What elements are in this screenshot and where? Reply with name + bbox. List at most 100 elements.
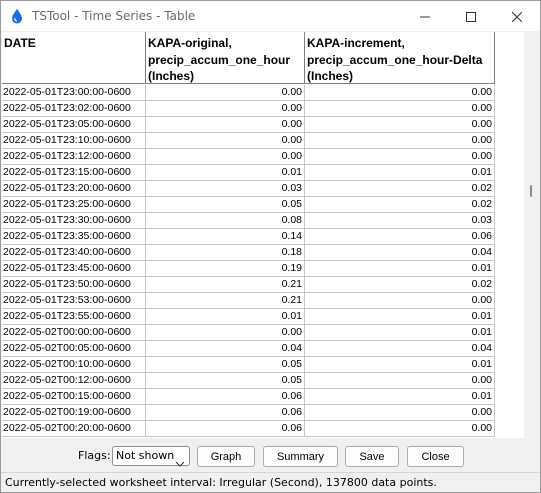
date-cell[interactable]: 2022-05-01T23:10:00-0600 xyxy=(2,133,146,149)
increment-value-cell[interactable]: 0.03 xyxy=(305,213,495,229)
table-row[interactable]: 2022-05-01T23:15:00-0600 0.01 0.01 xyxy=(2,165,495,181)
date-cell[interactable]: 2022-05-01T23:02:00-0600 xyxy=(2,101,146,117)
vertical-scrollbar[interactable] xyxy=(524,32,540,438)
date-cell[interactable]: 2022-05-02T00:19:00-0600 xyxy=(2,405,146,421)
increment-value-cell[interactable]: 0.01 xyxy=(305,389,495,405)
table-row[interactable]: 2022-05-02T00:20:00-0600 0.06 0.00 xyxy=(2,421,495,437)
table-row[interactable]: 2022-05-01T23:25:00-0600 0.05 0.02 xyxy=(2,197,495,213)
title-bar[interactable]: TSTool - Time Series - Table xyxy=(1,1,540,31)
original-value-cell[interactable]: 0.06 xyxy=(146,421,305,437)
date-cell[interactable]: 2022-05-01T23:05:00-0600 xyxy=(2,117,146,133)
original-value-cell[interactable]: 0.03 xyxy=(146,181,305,197)
original-value-cell[interactable]: 0.01 xyxy=(146,165,305,181)
date-cell[interactable]: 2022-05-01T23:20:00-0600 xyxy=(2,181,146,197)
scrollbar-thumb[interactable] xyxy=(530,185,532,197)
original-value-cell[interactable]: 0.00 xyxy=(146,117,305,133)
table-row[interactable]: 2022-05-01T23:55:00-0600 0.01 0.01 xyxy=(2,309,495,325)
increment-value-cell[interactable]: 0.01 xyxy=(305,261,495,277)
graph-button[interactable]: Graph xyxy=(197,446,255,467)
original-value-cell[interactable]: 0.14 xyxy=(146,229,305,245)
minimize-button[interactable] xyxy=(402,1,448,31)
table-row[interactable]: 2022-05-01T23:00:00-0600 0.00 0.00 xyxy=(2,85,495,101)
increment-value-cell[interactable]: 0.00 xyxy=(305,133,495,149)
increment-value-cell[interactable]: 0.01 xyxy=(305,309,495,325)
original-value-cell[interactable]: 0.00 xyxy=(146,133,305,149)
date-cell[interactable]: 2022-05-02T00:05:00-0600 xyxy=(2,341,146,357)
date-cell[interactable]: 2022-05-02T00:12:00-0600 xyxy=(2,373,146,389)
original-value-cell[interactable]: 0.06 xyxy=(146,405,305,421)
original-value-cell[interactable]: 0.19 xyxy=(146,261,305,277)
increment-value-cell[interactable]: 0.02 xyxy=(305,277,495,293)
table-row[interactable]: 2022-05-02T00:12:00-0600 0.05 0.00 xyxy=(2,373,495,389)
increment-value-cell[interactable]: 0.06 xyxy=(305,229,495,245)
table-row[interactable]: 2022-05-02T00:00:00-0600 0.00 0.01 xyxy=(2,325,495,341)
date-cell[interactable]: 2022-05-01T23:15:00-0600 xyxy=(2,165,146,181)
original-value-cell[interactable]: 0.08 xyxy=(146,213,305,229)
increment-value-cell[interactable]: 0.04 xyxy=(305,341,495,357)
date-cell[interactable]: 2022-05-02T00:15:00-0600 xyxy=(2,389,146,405)
increment-value-cell[interactable]: 0.00 xyxy=(305,421,495,437)
date-cell[interactable]: 2022-05-01T23:55:00-0600 xyxy=(2,309,146,325)
original-value-cell[interactable]: 0.21 xyxy=(146,277,305,293)
date-cell[interactable]: 2022-05-02T00:10:00-0600 xyxy=(2,357,146,373)
increment-value-cell[interactable]: 0.00 xyxy=(305,101,495,117)
close-button[interactable]: Close xyxy=(407,446,464,467)
flags-select[interactable]: Not shown xyxy=(112,446,190,467)
increment-value-cell[interactable]: 0.00 xyxy=(305,149,495,165)
save-button[interactable]: Save xyxy=(345,446,399,467)
increment-value-cell[interactable]: 0.04 xyxy=(305,245,495,261)
column-header-increment[interactable]: KAPA-increment, precip_accum_one_hour-De… xyxy=(305,32,495,84)
table-row[interactable]: 2022-05-01T23:02:00-0600 0.00 0.00 xyxy=(2,101,495,117)
table-row[interactable]: 2022-05-01T23:40:00-0600 0.18 0.04 xyxy=(2,245,495,261)
table-row[interactable]: 2022-05-01T23:10:00-0600 0.00 0.00 xyxy=(2,133,495,149)
column-header-original[interactable]: KAPA-original, precip_accum_one_hour (In… xyxy=(146,32,305,84)
increment-value-cell[interactable]: 0.00 xyxy=(305,405,495,421)
date-cell[interactable]: 2022-05-01T23:45:00-0600 xyxy=(2,261,146,277)
table-row[interactable]: 2022-05-02T00:10:00-0600 0.05 0.01 xyxy=(2,357,495,373)
increment-value-cell[interactable]: 0.01 xyxy=(305,325,495,341)
table-row[interactable]: 2022-05-02T00:19:00-0600 0.06 0.00 xyxy=(2,405,495,421)
original-value-cell[interactable]: 0.05 xyxy=(146,373,305,389)
increment-value-cell[interactable]: 0.01 xyxy=(305,357,495,373)
table-row[interactable]: 2022-05-01T23:12:00-0600 0.00 0.00 xyxy=(2,149,495,165)
increment-value-cell[interactable]: 0.02 xyxy=(305,181,495,197)
maximize-button[interactable] xyxy=(448,1,494,31)
date-cell[interactable]: 2022-05-01T23:12:00-0600 xyxy=(2,149,146,165)
original-value-cell[interactable]: 0.00 xyxy=(146,149,305,165)
date-cell[interactable]: 2022-05-02T00:20:00-0600 xyxy=(2,421,146,437)
original-value-cell[interactable]: 0.00 xyxy=(146,85,305,101)
date-cell[interactable]: 2022-05-01T23:30:00-0600 xyxy=(2,213,146,229)
table-row[interactable]: 2022-05-01T23:50:00-0600 0.21 0.02 xyxy=(2,277,495,293)
original-value-cell[interactable]: 0.01 xyxy=(146,309,305,325)
original-value-cell[interactable]: 0.18 xyxy=(146,245,305,261)
date-cell[interactable]: 2022-05-01T23:53:00-0600 xyxy=(2,293,146,309)
original-value-cell[interactable]: 0.00 xyxy=(146,101,305,117)
time-series-table[interactable]: DATE KAPA-original, precip_accum_one_hou… xyxy=(2,32,525,438)
table-row[interactable]: 2022-05-02T00:15:00-0600 0.06 0.01 xyxy=(2,389,495,405)
table-row[interactable]: 2022-05-01T23:45:00-0600 0.19 0.01 xyxy=(2,261,495,277)
original-value-cell[interactable]: 0.06 xyxy=(146,389,305,405)
date-cell[interactable]: 2022-05-01T23:00:00-0600 xyxy=(2,85,146,101)
increment-value-cell[interactable]: 0.00 xyxy=(305,373,495,389)
original-value-cell[interactable]: 0.05 xyxy=(146,197,305,213)
table-row[interactable]: 2022-05-01T23:20:00-0600 0.03 0.02 xyxy=(2,181,495,197)
table-row[interactable]: 2022-05-02T00:05:00-0600 0.04 0.04 xyxy=(2,341,495,357)
increment-value-cell[interactable]: 0.00 xyxy=(305,85,495,101)
original-value-cell[interactable]: 0.05 xyxy=(146,357,305,373)
date-cell[interactable]: 2022-05-01T23:25:00-0600 xyxy=(2,197,146,213)
date-cell[interactable]: 2022-05-01T23:40:00-0600 xyxy=(2,245,146,261)
table-row[interactable]: 2022-05-01T23:30:00-0600 0.08 0.03 xyxy=(2,213,495,229)
increment-value-cell[interactable]: 0.00 xyxy=(305,117,495,133)
increment-value-cell[interactable]: 0.01 xyxy=(305,165,495,181)
original-value-cell[interactable]: 0.00 xyxy=(146,325,305,341)
table-row[interactable]: 2022-05-01T23:53:00-0600 0.21 0.00 xyxy=(2,293,495,309)
date-cell[interactable]: 2022-05-01T23:50:00-0600 xyxy=(2,277,146,293)
column-header-date[interactable]: DATE xyxy=(2,32,146,84)
original-value-cell[interactable]: 0.04 xyxy=(146,341,305,357)
date-cell[interactable]: 2022-05-01T23:35:00-0600 xyxy=(2,229,146,245)
increment-value-cell[interactable]: 0.00 xyxy=(305,293,495,309)
table-row[interactable]: 2022-05-01T23:35:00-0600 0.14 0.06 xyxy=(2,229,495,245)
table-row[interactable]: 2022-05-01T23:05:00-0600 0.00 0.00 xyxy=(2,117,495,133)
summary-button[interactable]: Summary xyxy=(263,446,338,467)
original-value-cell[interactable]: 0.21 xyxy=(146,293,305,309)
